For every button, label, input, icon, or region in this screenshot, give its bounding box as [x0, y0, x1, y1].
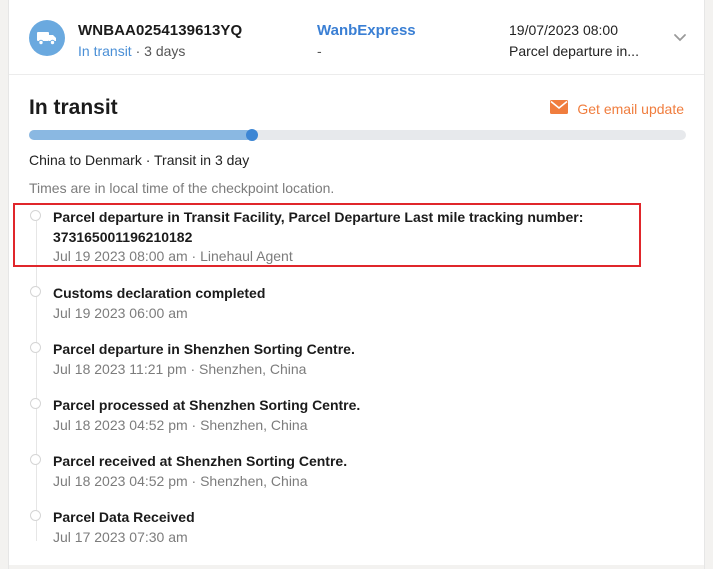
carrier-name[interactable]: WanbExpress	[317, 22, 416, 39]
event-meta: Jul 18 2023 04:52 pm · Shenzhen, China	[53, 417, 308, 433]
event-title: Parcel Data Received	[53, 509, 195, 525]
latest-event-time: 19/07/2023 08:00	[509, 22, 618, 38]
chevron-down-icon[interactable]	[673, 30, 687, 48]
route-summary: China to Denmark · Transit in 3 day	[29, 152, 250, 168]
timeline-dot	[30, 510, 41, 521]
transit-progress-bar	[29, 129, 686, 141]
highlight-box	[13, 203, 641, 267]
event-meta: Jul 19 2023 06:00 am	[53, 305, 188, 321]
status-label: In transit	[78, 43, 132, 59]
event-title: Parcel departure in Shenzhen Sorting Cen…	[53, 341, 355, 357]
progress-knob	[246, 129, 259, 141]
latest-event-text: Parcel departure in...	[509, 43, 639, 59]
email-update-button[interactable]: Get email update	[549, 99, 684, 118]
event-title: Parcel received at Shenzhen Sorting Cent…	[53, 453, 348, 469]
event-meta: Jul 18 2023 04:52 pm · Shenzhen, China	[53, 473, 308, 489]
shipment-status-line: In transit · 3 days	[78, 43, 185, 59]
status-title: In transit	[29, 96, 118, 119]
timeline-dot	[30, 454, 41, 465]
event-title: Customs declaration completed	[53, 285, 266, 301]
timeline-dot	[30, 398, 41, 409]
event-meta: Jul 18 2023 11:21 pm · Shenzhen, China	[53, 361, 307, 377]
timeline-line	[36, 221, 37, 541]
event-title: Parcel processed at Shenzhen Sorting Cen…	[53, 397, 361, 413]
email-update-label: Get email update	[577, 100, 684, 117]
progress-fill	[29, 130, 253, 140]
mail-icon	[549, 99, 569, 118]
event-meta: Jul 17 2023 07:30 am	[53, 529, 188, 545]
card-bottom-edge	[9, 565, 704, 569]
timezone-note: Times are in local time of the checkpoin…	[29, 180, 335, 196]
tracking-card: WNBAA0254139613YQ In transit · 3 days Wa…	[8, 0, 705, 569]
truck-icon	[29, 20, 65, 56]
carrier-subtext: -	[317, 43, 322, 59]
timeline-dot	[30, 342, 41, 353]
shipment-summary-row[interactable]: WNBAA0254139613YQ In transit · 3 days Wa…	[9, 0, 704, 75]
status-separator: ·	[135, 43, 145, 59]
timeline-dot	[30, 286, 41, 297]
tracking-number: WNBAA0254139613YQ	[78, 22, 243, 39]
status-duration: 3 days	[144, 43, 186, 59]
